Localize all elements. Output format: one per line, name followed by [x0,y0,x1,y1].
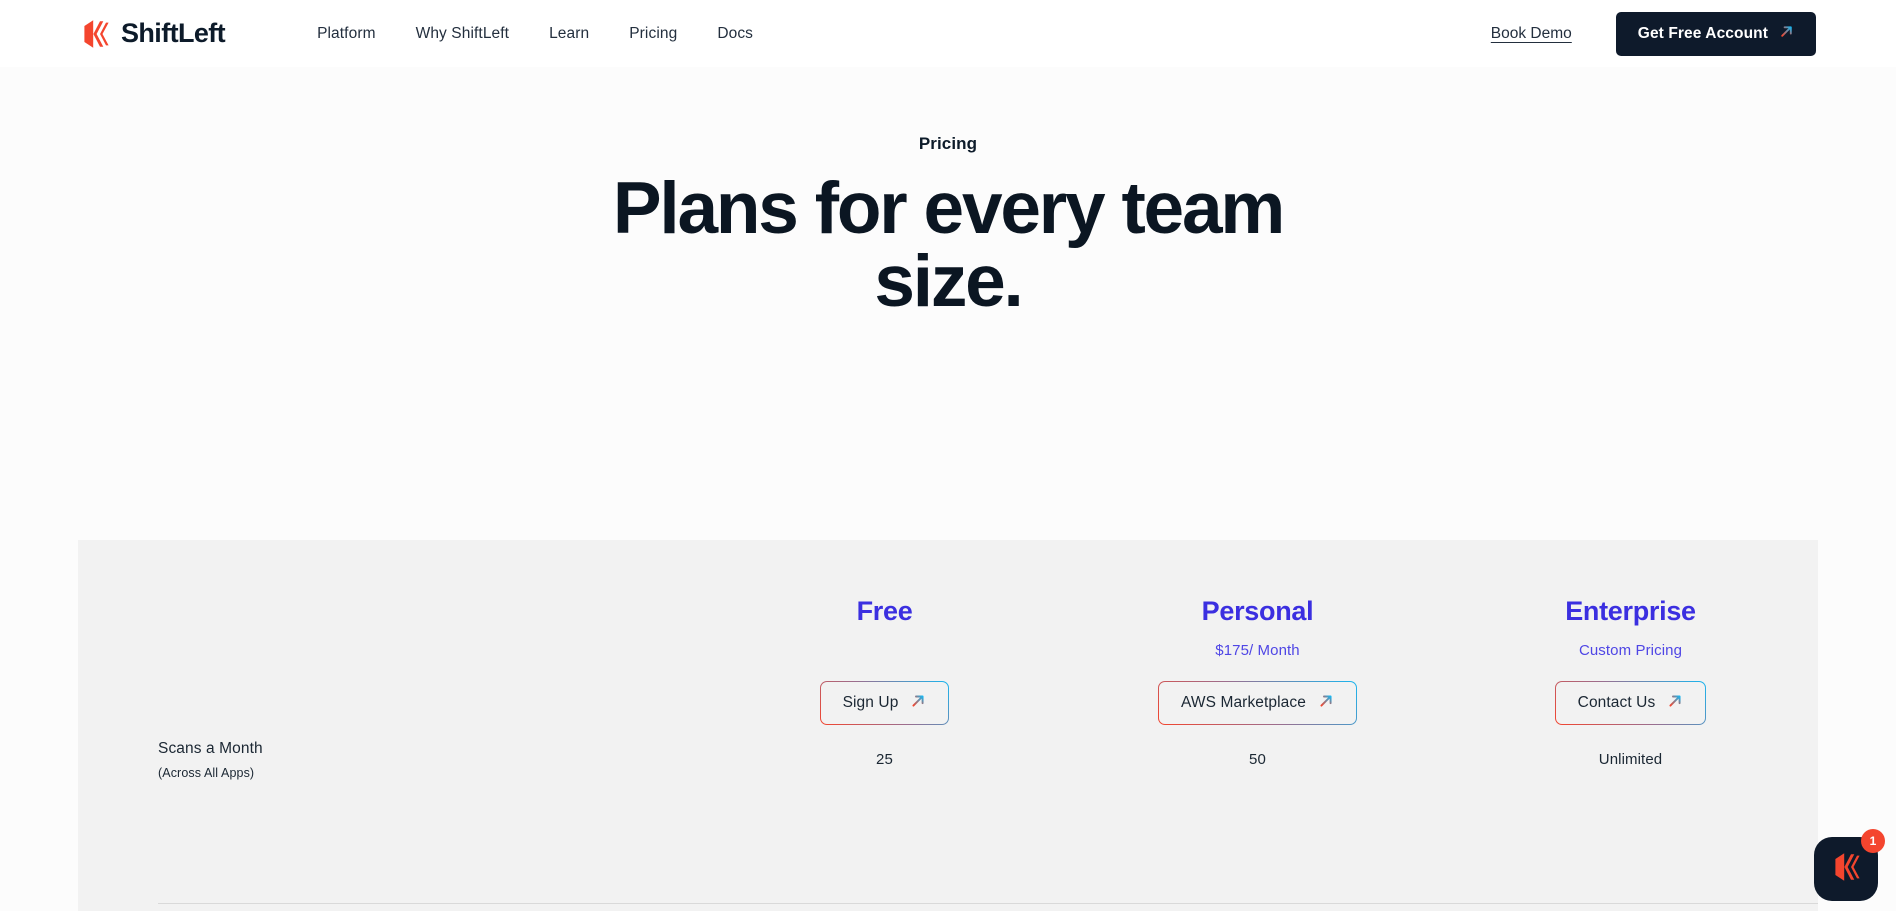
nav-item-why-shiftleft[interactable]: Why ShiftLeft [416,25,509,43]
plan-column-enterprise: Enterprise Custom Pricing Contact Us [1444,540,1817,725]
plan-price-personal: $175/ Month [1215,642,1300,659]
feature-value-personal: 50 [1249,751,1266,768]
contact-us-button[interactable]: Contact Us [1555,681,1707,725]
sign-up-label: Sign Up [842,694,899,711]
hero-section: Pricing Plans for every team size. [0,67,1896,318]
chat-unread-badge: 1 [1861,829,1885,853]
logo-link[interactable]: ShiftLeft [78,17,226,51]
site-header: ShiftLeft Platform Why ShiftLeft Learn P… [0,0,1896,67]
feature-row-divider [158,903,1818,904]
pricing-page: ShiftLeft Platform Why ShiftLeft Learn P… [0,0,1896,911]
logo-text: ShiftLeft [121,18,226,48]
plan-name-personal: Personal [1201,596,1314,626]
eyebrow-label: Pricing [918,134,978,153]
feature-label-cell: Scans a Month (Across All Apps) [78,740,698,780]
plan-column-personal: Personal $175/ Month AWS Marketplace [1071,540,1444,725]
sign-up-button[interactable]: Sign Up [820,681,950,725]
plan-cta-wrap-free: Sign Up [698,681,1071,725]
plan-price-free [698,642,1071,660]
pricing-panel: Free Sign Up Personal $175/ Month AWS Ma… [78,540,1818,911]
feature-subtitle: (Across All Apps) [158,766,255,780]
nav-item-learn[interactable]: Learn [549,25,589,43]
nav-item-pricing[interactable]: Pricing [629,25,677,43]
nav-item-platform[interactable]: Platform [317,25,376,43]
get-free-account-button[interactable]: Get Free Account [1615,11,1816,56]
page-title: Plans for every team size. [612,168,1285,322]
chat-widget-button[interactable]: 1 [1814,829,1885,901]
plans-header-row: Free Sign Up Personal $175/ Month AWS Ma… [78,540,1818,725]
arrow-up-right-icon [1779,24,1794,44]
aws-marketplace-button[interactable]: AWS Marketplace [1158,681,1357,725]
plan-cta-wrap-enterprise: Contact Us [1444,681,1817,725]
feature-row-scans-a-month: Scans a Month (Across All Apps) 25 50 Un… [78,740,1818,780]
plan-name-enterprise: Enterprise [1565,596,1696,626]
get-free-account-label: Get Free Account [1637,24,1768,42]
shiftleft-chevrons-icon [78,17,112,51]
feature-title: Scans a Month [158,740,263,757]
plan-column-free: Free Sign Up [698,540,1071,725]
shiftleft-chevrons-icon [1829,850,1863,889]
contact-us-label: Contact Us [1577,694,1656,711]
main-nav: Platform Why ShiftLeft Learn Pricing Doc… [317,25,753,43]
arrow-up-right-icon [1667,693,1683,714]
book-demo-link[interactable]: Book Demo [1491,25,1572,43]
header-actions: Book Demo Get Free Account [1491,11,1816,56]
feature-value-free: 25 [876,751,893,768]
plan-name-free: Free [856,596,913,626]
arrow-up-right-icon [910,693,926,714]
arrow-up-right-icon [1318,693,1334,714]
plan-price-enterprise: Custom Pricing [1578,642,1683,659]
plans-row-spacer [78,540,698,725]
plan-cta-wrap-personal: AWS Marketplace [1071,681,1444,725]
aws-marketplace-label: AWS Marketplace [1181,694,1306,711]
feature-value-enterprise: Unlimited [1598,751,1663,768]
nav-item-docs[interactable]: Docs [717,25,753,43]
